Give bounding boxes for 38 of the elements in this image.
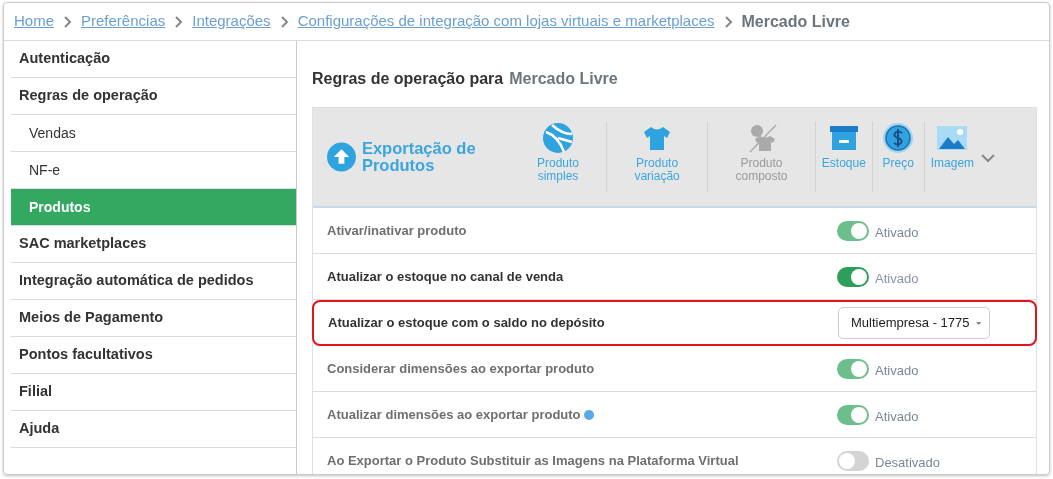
sidebar-item[interactable]: Ajuda — [11, 411, 296, 448]
breadcrumb-current: Mercado Livre — [741, 11, 850, 32]
upload-icon — [327, 142, 356, 172]
sidebar-item[interactable]: Autenticação — [11, 41, 296, 78]
setting-label: Atualizar o estoque com o saldo no depósito — [328, 315, 605, 331]
store-name: Mercado Livre — [509, 69, 618, 89]
toggle-switch[interactable] — [837, 404, 869, 425]
section-title: Exportação de Produtos — [361, 139, 477, 175]
sidebar-item[interactable]: Vendas — [11, 115, 296, 152]
page-title: Regras de operação para — [312, 69, 504, 89]
dropdown-field[interactable]: Multiempresa - 1775 — [838, 307, 990, 339]
chevron-icon — [723, 14, 733, 29]
chevron-icon — [63, 14, 72, 29]
setting-label: Ao Exportar o Produto Substituir as Imagens na Plataforma Virtual — [327, 452, 739, 468]
setting-label: Considerar dimensões ao exportar produto — [327, 360, 595, 376]
toggle-status: Ativado — [875, 407, 919, 426]
ball-icon — [541, 122, 574, 154]
sidebar-item[interactable]: Filial — [11, 374, 296, 411]
sidebar-item[interactable]: Regras de operação — [11, 78, 296, 115]
chevron-icon — [279, 14, 289, 29]
setting-label: Atualizar o estoque no canal de venda — [327, 268, 564, 284]
toggle-switch[interactable] — [837, 450, 869, 471]
toggle-status: Desativado — [875, 453, 941, 472]
setting-label: Ativar/inativar produto — [327, 222, 467, 238]
toggle-status: Ativado — [875, 223, 919, 242]
toggle-switch[interactable] — [837, 358, 869, 379]
sidebar-item[interactable]: Meios de Pagamento — [11, 300, 296, 337]
chevron-icon — [174, 14, 184, 29]
toggle-status: Ativado — [875, 361, 919, 380]
setting-label: Atualizar dimensões ao exportar produto — [327, 406, 581, 422]
toggle-switch[interactable] — [837, 266, 869, 287]
sidebar-item[interactable]: Pontos facultativos — [11, 337, 296, 374]
sidebar-item[interactable]: Integração automática de pedidos — [11, 263, 296, 300]
dollar-icon — [882, 122, 915, 154]
caret-icon — [975, 319, 981, 327]
sidebar-item[interactable]: SAC marketplaces — [11, 226, 296, 263]
toggle-status: Ativado — [875, 269, 919, 288]
toggle-switch[interactable] — [837, 220, 869, 241]
